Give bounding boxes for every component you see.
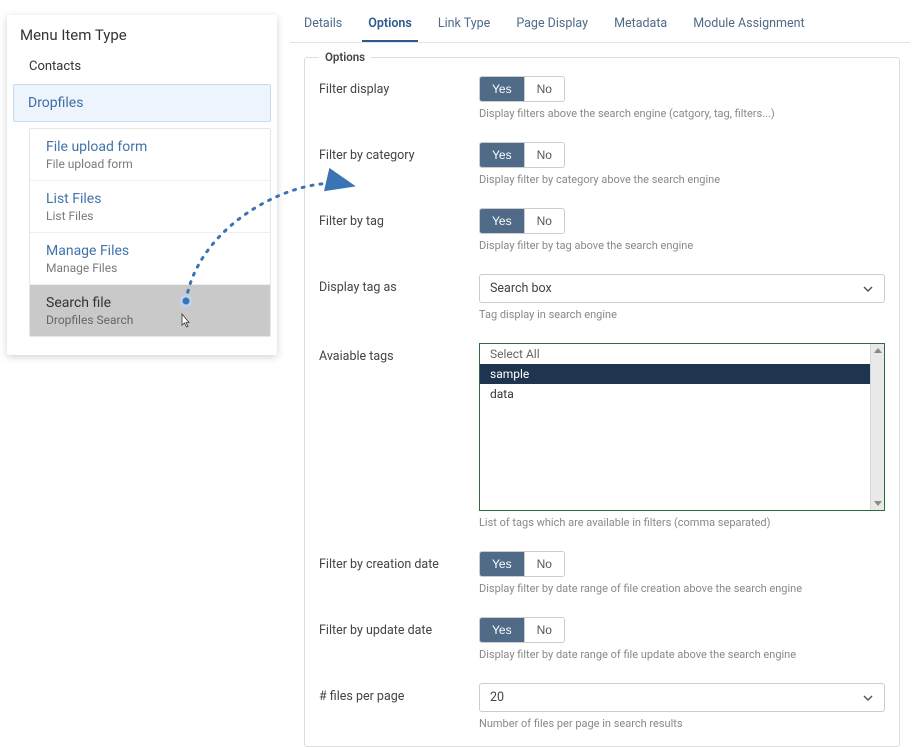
panel-title: Menu Item Type (7, 15, 277, 53)
row-files-per-page: # files per page 20 Number of files per … (319, 683, 885, 730)
listbox-scrollbar[interactable] (870, 344, 884, 510)
tab-metadata[interactable]: Metadata (608, 6, 673, 42)
row-filter-creation: Filter by creation date Yes No Display f… (319, 551, 885, 595)
tabs-bar: Details Options Link Type Page Display M… (290, 6, 910, 43)
filter-update-yes[interactable]: Yes (480, 618, 524, 642)
row-available-tags: Avaiable tags Select All sample data Lis… (319, 343, 885, 529)
chevron-down-icon (862, 692, 874, 704)
filter-tag-toggle: Yes No (479, 208, 565, 234)
tag-option-sample[interactable]: sample (480, 364, 884, 384)
right-panel: Details Options Link Type Page Display M… (290, 6, 910, 747)
filter-tag-no[interactable]: No (524, 209, 564, 233)
menu-item-search-file[interactable]: Search file Dropfiles Search (30, 284, 270, 336)
menu-item-manage-files[interactable]: Manage Files Manage Files (30, 232, 270, 284)
options-legend: Options (319, 50, 371, 64)
filter-creation-no[interactable]: No (524, 552, 564, 576)
row-filter-display: Filter display Yes No Display filters ab… (319, 76, 885, 120)
options-fieldset: Options Filter display Yes No Display fi… (304, 57, 900, 747)
section-dropfiles[interactable]: Dropfiles (13, 84, 271, 122)
files-per-page-select[interactable]: 20 (479, 683, 885, 712)
row-display-tag-as: Display tag as Search box Tag display in… (319, 274, 885, 321)
chevron-down-icon (862, 283, 874, 295)
tab-page-display[interactable]: Page Display (510, 6, 594, 42)
menu-item-file-upload[interactable]: File upload form File upload form (30, 129, 270, 180)
filter-creation-toggle: Yes No (479, 551, 565, 577)
filter-category-yes[interactable]: Yes (480, 143, 524, 167)
filter-display-toggle: Yes No (479, 76, 565, 102)
display-tag-as-select[interactable]: Search box (479, 274, 885, 303)
tab-link-type[interactable]: Link Type (432, 6, 496, 42)
filter-update-toggle: Yes No (479, 617, 565, 643)
menu-item-list-files[interactable]: List Files List Files (30, 180, 270, 232)
filter-category-no[interactable]: No (524, 143, 564, 167)
menu-item-type-panel: Menu Item Type Contacts Dropfiles File u… (7, 15, 277, 355)
row-filter-update: Filter by update date Yes No Display fil… (319, 617, 885, 661)
filter-tag-yes[interactable]: Yes (480, 209, 524, 233)
scroll-down-icon (874, 501, 882, 506)
filter-creation-yes[interactable]: Yes (480, 552, 524, 576)
tab-options[interactable]: Options (362, 6, 418, 42)
row-filter-tag: Filter by tag Yes No Display filter by t… (319, 208, 885, 252)
filter-display-no[interactable]: No (524, 77, 564, 101)
tag-option-data[interactable]: data (480, 384, 884, 404)
available-tags-listbox[interactable]: Select All sample data (479, 343, 885, 511)
dropfiles-items-list: File upload form File upload form List F… (29, 128, 271, 337)
filter-update-no[interactable]: No (524, 618, 564, 642)
section-contacts[interactable]: Contacts (7, 53, 277, 80)
tab-module-assignment[interactable]: Module Assignment (687, 6, 810, 42)
filter-category-toggle: Yes No (479, 142, 565, 168)
tag-option-select-all[interactable]: Select All (480, 344, 884, 364)
scroll-up-icon (874, 348, 882, 353)
tab-details[interactable]: Details (298, 6, 348, 42)
row-filter-category: Filter by category Yes No Display filter… (319, 142, 885, 186)
filter-display-yes[interactable]: Yes (480, 77, 524, 101)
